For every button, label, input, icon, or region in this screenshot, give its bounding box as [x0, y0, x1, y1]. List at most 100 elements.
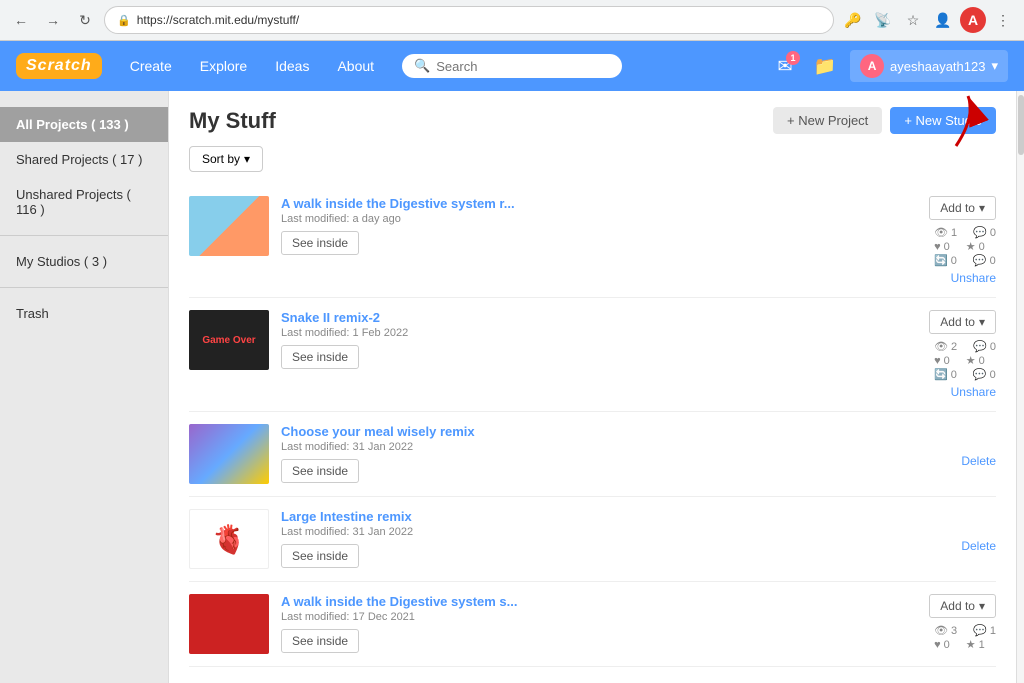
scratch-logo[interactable]: Scratch [16, 53, 102, 79]
see-inside-button[interactable]: See inside [281, 345, 359, 369]
menu-icon[interactable]: ⋮ [990, 7, 1016, 33]
sidebar-item-my-studios[interactable]: My Studios ( 3 ) [0, 244, 168, 279]
see-inside-button[interactable]: See inside [281, 459, 359, 483]
scrollbar[interactable] [1016, 91, 1024, 683]
project-title[interactable]: Snake II remix-2 [281, 310, 864, 325]
key-icon[interactable]: 🔑 [840, 7, 866, 33]
project-stats: 👁 1 💬 0 ♥ 0 [934, 226, 996, 267]
heart-icon: ♥ [934, 639, 941, 651]
see-inside-button[interactable]: See inside [281, 629, 359, 653]
content-area: My Stuff + New Project + New Studio Sort… [168, 91, 1016, 683]
views-stat: 👁 3 [934, 624, 957, 637]
add-to-button[interactable]: Add to ▾ [929, 196, 996, 220]
message-badge: 1 [786, 51, 800, 65]
stat-row-1: 👁 2 💬 0 [934, 340, 996, 353]
nav-search-bar: 🔍 [402, 54, 622, 78]
nav-icons: ✉ 1 📁 A ayeshaayath123 ▾ [770, 50, 1008, 82]
messages-icon[interactable]: ✉ 1 [770, 51, 800, 81]
project-item: 🫀 Large Intestine remix Last modified: 3… [189, 497, 996, 582]
sort-dropdown-icon: ▾ [244, 152, 250, 166]
cast-icon[interactable]: 📡 [870, 7, 896, 33]
delete-button[interactable]: Delete [961, 454, 996, 468]
new-studio-button[interactable]: + New Studio [890, 107, 996, 134]
project-date: Last modified: 17 Dec 2021 [281, 611, 864, 623]
add-to-dropdown-icon: ▾ [979, 599, 985, 613]
forward-button[interactable]: → [40, 7, 66, 33]
comments-bottom-count: 0 [990, 369, 996, 381]
views-stat: 👁 1 [934, 226, 957, 239]
comment-icon: 💬 [973, 340, 987, 353]
nav-ideas[interactable]: Ideas [263, 52, 321, 80]
sidebar-item-all-projects[interactable]: All Projects ( 133 ) [0, 107, 168, 142]
unshare-button[interactable]: Unshare [951, 385, 996, 399]
header-buttons: + New Project + New Studio [773, 107, 996, 134]
loves-count: 0 [944, 355, 950, 367]
unshare-button[interactable]: Unshare [951, 271, 996, 285]
add-to-button[interactable]: Add to ▾ [929, 310, 996, 334]
profile-icon[interactable]: 👤 [930, 7, 956, 33]
views-count: 1 [951, 227, 957, 239]
stars-count: 0 [979, 241, 985, 253]
add-to-button[interactable]: Add to ▾ [929, 594, 996, 618]
sort-bar: Sort by ▾ [189, 146, 996, 172]
eye-icon: 👁 [934, 226, 948, 239]
bookmark-icon[interactable]: ☆ [900, 7, 926, 33]
see-inside-button[interactable]: See inside [281, 231, 359, 255]
scroll-thumb[interactable] [1018, 95, 1024, 155]
project-stats: 👁 2 💬 0 ♥ 0 [934, 340, 996, 381]
refresh-button[interactable]: ↻ [72, 7, 98, 33]
nav-create[interactable]: Create [118, 52, 184, 80]
search-icon: 🔍 [414, 58, 430, 74]
nav-explore[interactable]: Explore [188, 52, 259, 80]
views-count: 2 [951, 341, 957, 353]
search-input[interactable] [436, 59, 610, 74]
sort-button[interactable]: Sort by ▾ [189, 146, 263, 172]
sidebar-item-shared-projects[interactable]: Shared Projects ( 17 ) [0, 142, 168, 177]
project-info: A walk inside the Digestive system r... … [281, 196, 864, 255]
main-layout: All Projects ( 133 ) Shared Projects ( 1… [0, 91, 1024, 683]
back-button[interactable]: ← [8, 7, 34, 33]
browser-actions: 🔑 📡 ☆ 👤 A ⋮ [840, 7, 1016, 33]
new-project-button[interactable]: + New Project [773, 107, 882, 134]
loves-count: 0 [944, 241, 950, 253]
remixes-count: 0 [951, 255, 957, 267]
delete-button[interactable]: Delete [961, 539, 996, 553]
account-icon[interactable]: A [960, 7, 986, 33]
sidebar-item-trash[interactable]: Trash [0, 296, 168, 331]
remixes-count: 0 [951, 369, 957, 381]
add-to-dropdown-icon: ▾ [979, 201, 985, 215]
comment-icon: 💬 [973, 624, 987, 637]
sidebar-divider-2 [0, 287, 168, 288]
project-item: Game Over Snake II remix-2 Last modified… [189, 298, 996, 412]
folder-icon[interactable]: 📁 [810, 51, 840, 81]
address-bar[interactable]: 🔒 https://scratch.mit.edu/mystuff/ [104, 6, 834, 34]
star-icon: ★ [966, 638, 976, 651]
views-count: 3 [951, 625, 957, 637]
project-item: A walk inside the Digestive system s... … [189, 582, 996, 667]
browser-chrome: ← → ↻ 🔒 https://scratch.mit.edu/mystuff/… [0, 0, 1024, 41]
stars-count: 1 [979, 639, 985, 651]
eye-icon: 👁 [934, 340, 948, 353]
browser-toolbar: ← → ↻ 🔒 https://scratch.mit.edu/mystuff/… [0, 0, 1024, 40]
stars-stat: ★ 1 [966, 638, 985, 651]
sidebar-item-unshared-projects[interactable]: Unshared Projects ( 116 ) [0, 177, 168, 227]
project-title[interactable]: Large Intestine remix [281, 509, 864, 524]
project-date: Last modified: 31 Jan 2022 [281, 526, 864, 538]
project-actions: Add to ▾ 👁 1 💬 0 [876, 196, 996, 285]
project-title[interactable]: A walk inside the Digestive system s... [281, 594, 864, 609]
add-to-dropdown-icon: ▾ [979, 315, 985, 329]
project-title[interactable]: A walk inside the Digestive system r... [281, 196, 864, 211]
nav-about[interactable]: About [325, 52, 386, 80]
sidebar: All Projects ( 133 ) Shared Projects ( 1… [0, 91, 168, 683]
see-inside-button[interactable]: See inside [281, 544, 359, 568]
thumb-text: Game Over [202, 335, 255, 346]
page-title: My Stuff [189, 108, 276, 134]
comments-top-count: 0 [990, 341, 996, 353]
sidebar-divider [0, 235, 168, 236]
comment-icon: 💬 [973, 226, 987, 239]
comments-top-count: 0 [990, 227, 996, 239]
remixes-stat: 🔄 0 [934, 254, 957, 267]
project-title[interactable]: Choose your meal wisely remix [281, 424, 864, 439]
user-menu[interactable]: A ayeshaayath123 ▾ [850, 50, 1008, 82]
remix-icon: 🔄 [934, 254, 948, 267]
